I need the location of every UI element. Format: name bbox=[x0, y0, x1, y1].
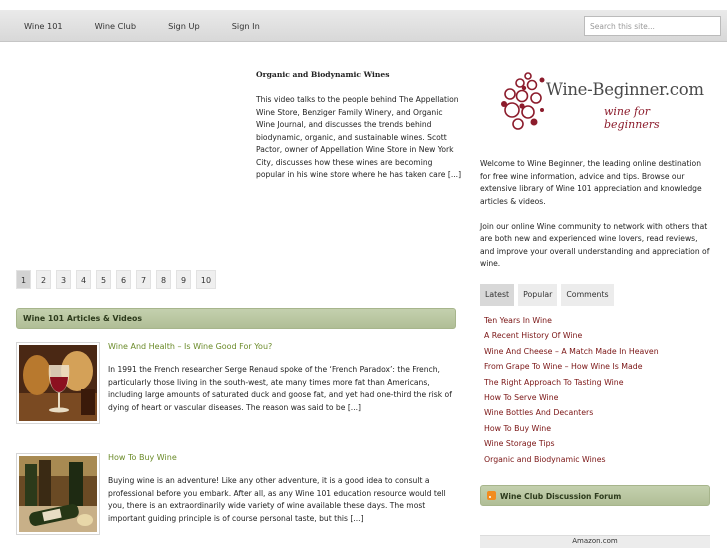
sidebar-tabs: Latest Popular Comments bbox=[480, 284, 618, 306]
article-title[interactable]: Wine And Health – Is Wine Good For You? bbox=[108, 342, 272, 351]
rss-icon bbox=[487, 491, 496, 500]
page-1[interactable]: 1 bbox=[16, 270, 31, 289]
page-9[interactable]: 9 bbox=[176, 270, 191, 289]
latest-post-link[interactable]: Wine Bottles And Decanters bbox=[484, 408, 659, 423]
article-thumbnail-wine-bottles[interactable] bbox=[16, 453, 100, 535]
page-4[interactable]: 4 bbox=[76, 270, 91, 289]
main-nav: Wine 101 Wine Club Sign Up Sign In bbox=[24, 21, 292, 31]
search-input[interactable]: Search this site... bbox=[584, 16, 721, 36]
top-navigation-bar: Wine 101 Wine Club Sign Up Sign In Searc… bbox=[0, 10, 727, 42]
tab-comments[interactable]: Comments bbox=[561, 284, 614, 306]
latest-post-link[interactable]: The Right Approach To Tasting Wine bbox=[484, 378, 659, 393]
article-excerpt: In 1991 the French researcher Serge Rena… bbox=[108, 365, 452, 412]
latest-post-link[interactable]: Wine Storage Tips bbox=[484, 439, 659, 454]
page-3[interactable]: 3 bbox=[56, 270, 71, 289]
forum-header[interactable]: Wine Club Discussion Forum bbox=[480, 485, 710, 506]
pagination: 1 2 3 4 5 6 7 8 9 10 bbox=[16, 270, 221, 289]
welcome-text: Welcome to Wine Beginner, the leading on… bbox=[480, 158, 710, 271]
feature-text: This video talks to the people behind Th… bbox=[256, 95, 462, 179]
site-logo[interactable]: Wine-Beginner.com wine for beginners bbox=[498, 70, 708, 132]
wine-bottles-image bbox=[19, 456, 97, 532]
page-8[interactable]: 8 bbox=[156, 270, 171, 289]
page-10[interactable]: 10 bbox=[196, 270, 216, 289]
welcome-paragraph-1: Welcome to Wine Beginner, the leading on… bbox=[480, 159, 702, 206]
tab-latest[interactable]: Latest bbox=[480, 284, 515, 306]
nav-sign-in[interactable]: Sign In bbox=[232, 21, 260, 31]
latest-posts-list: Ten Years In Wine A Recent History Of Wi… bbox=[484, 316, 659, 470]
page-2[interactable]: 2 bbox=[36, 270, 51, 289]
tab-popular[interactable]: Popular bbox=[518, 284, 558, 306]
latest-post-link[interactable]: How To Buy Wine bbox=[484, 424, 659, 439]
logo-tagline: wine for beginners bbox=[604, 105, 660, 131]
wine-glass-image bbox=[19, 345, 97, 421]
latest-post-link[interactable]: Organic and Biodynamic Wines bbox=[484, 455, 659, 470]
latest-post-link[interactable]: How To Serve Wine bbox=[484, 393, 659, 408]
nav-wine-club[interactable]: Wine Club bbox=[95, 21, 136, 31]
forum-title: Wine Club Discussion Forum bbox=[500, 492, 622, 501]
latest-post-link[interactable]: From Grape To Wine – How Wine Is Made bbox=[484, 362, 659, 377]
article-title[interactable]: How To Buy Wine bbox=[108, 453, 177, 462]
nav-wine-101[interactable]: Wine 101 bbox=[24, 21, 63, 31]
latest-post-link[interactable]: A Recent History Of Wine bbox=[484, 331, 659, 346]
welcome-paragraph-2: Join our online Wine community to networ… bbox=[480, 221, 710, 269]
feature-title[interactable]: Organic and Biodynamic Wines bbox=[256, 70, 390, 79]
article-thumbnail-wine-glass[interactable] bbox=[16, 342, 100, 424]
amazon-widget-label[interactable]: Amazon.com bbox=[480, 535, 710, 548]
page-7[interactable]: 7 bbox=[136, 270, 151, 289]
nav-sign-up[interactable]: Sign Up bbox=[168, 21, 200, 31]
latest-post-link[interactable]: Ten Years In Wine bbox=[484, 316, 659, 331]
article-excerpt: Buying wine is an adventure! Like any ot… bbox=[108, 476, 446, 523]
logo-name: Wine-Beginner.com bbox=[546, 80, 704, 99]
page-6[interactable]: 6 bbox=[116, 270, 131, 289]
page-5[interactable]: 5 bbox=[96, 270, 111, 289]
section-header-articles: Wine 101 Articles & Videos bbox=[16, 308, 456, 329]
latest-post-link[interactable]: Wine And Cheese – A Match Made In Heaven bbox=[484, 347, 659, 362]
grape-cluster-icon bbox=[501, 72, 545, 130]
